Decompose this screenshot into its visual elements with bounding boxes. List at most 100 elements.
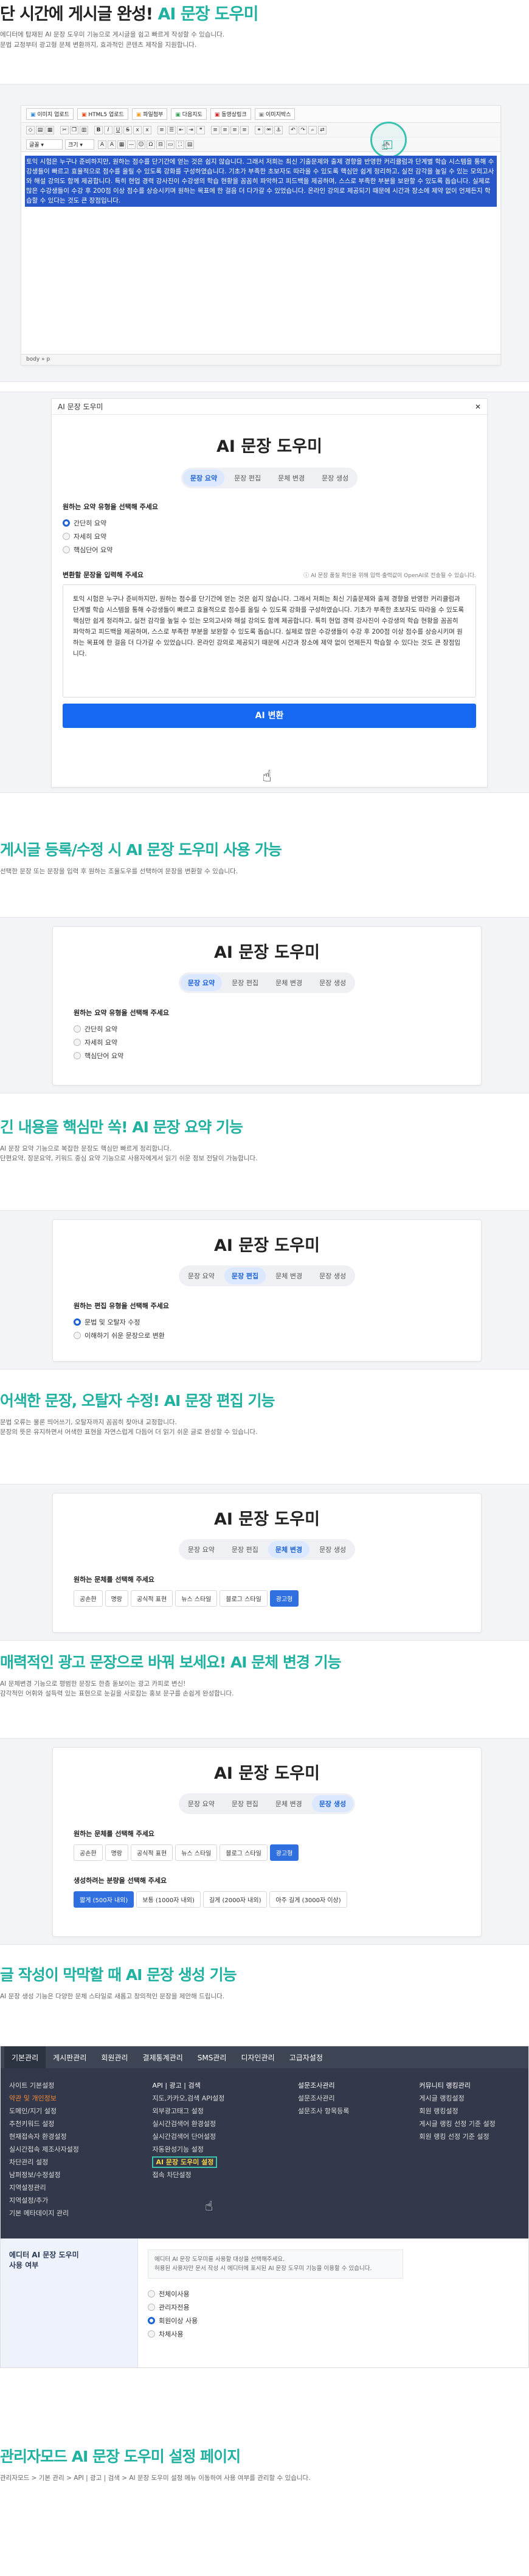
tab-summary[interactable]: 문장 요약 bbox=[181, 1267, 222, 1284]
font-select[interactable]: 글꼴 ▾ bbox=[26, 139, 63, 150]
admin-menu-item[interactable]: 도메인/지기 설정 bbox=[9, 2105, 152, 2117]
admin-nav-item[interactable]: 디자인관리 bbox=[233, 2046, 282, 2069]
tab-summary[interactable]: 문장 요약 bbox=[181, 1795, 222, 1812]
source-textarea[interactable]: 토익 시험은 누구나 준비하지만, 원하는 점수를 단기간에 얻는 것은 쉽지 … bbox=[63, 584, 476, 698]
paste-icon[interactable]: ▥ bbox=[80, 125, 88, 134]
anchor-icon[interactable]: ⚓ bbox=[274, 125, 283, 134]
length-chip[interactable]: 보통 (1000자 내외) bbox=[136, 1891, 201, 1908]
bg-color-icon[interactable]: A bbox=[108, 140, 116, 149]
admin-nav-item[interactable]: SMS관리 bbox=[190, 2046, 234, 2069]
tab-edit[interactable]: 문장 편집 bbox=[227, 469, 268, 486]
find-icon[interactable]: ⌕ bbox=[308, 125, 317, 134]
admin-menu-item[interactable]: 실시간검색어 단어설정 bbox=[152, 2130, 297, 2143]
summary-option[interactable]: 간단히 요약 bbox=[74, 1022, 481, 1036]
admin-menu-item[interactable]: 접속 차단설정 bbox=[152, 2169, 297, 2181]
summary-option[interactable]: 자세히 요약 bbox=[63, 530, 487, 543]
close-icon[interactable]: ✕ bbox=[475, 403, 481, 411]
style-chip[interactable]: 명랑 bbox=[105, 1590, 129, 1607]
editor-content[interactable]: 토익 시험은 누구나 준비하지만, 원하는 점수를 단기간에 얻는 것은 쉽지 … bbox=[21, 152, 500, 341]
upload-button[interactable]: ▣ 다음지도 bbox=[171, 108, 207, 120]
justify-icon[interactable]: ≡ bbox=[240, 125, 249, 134]
admin-menu-item-ai[interactable]: AI 문장 도우미 설정 bbox=[152, 2156, 297, 2169]
italic-icon[interactable]: I bbox=[104, 125, 112, 134]
style-chip[interactable]: 뉴스 스타일 bbox=[175, 1590, 218, 1607]
style-chip[interactable]: 블로그 스타일 bbox=[220, 1844, 268, 1861]
tab-generate[interactable]: 문장 생성 bbox=[312, 974, 353, 991]
admin-menu-item[interactable]: 남퍼정보/수정설정 bbox=[9, 2169, 152, 2181]
indent-icon[interactable]: ⇥ bbox=[187, 125, 195, 134]
admin-menu-item[interactable]: 실시간검색어 환경설정 bbox=[152, 2117, 297, 2130]
admin-nav-item[interactable]: 게시판관리 bbox=[46, 2046, 94, 2069]
admin-menu-item[interactable]: 실시간접속 제조사자설정 bbox=[9, 2143, 152, 2156]
bold-icon[interactable]: B bbox=[94, 125, 103, 134]
summary-option[interactable]: 핵심단어 요약 bbox=[63, 543, 487, 556]
setting-option[interactable]: 회원이상 사용 bbox=[148, 2314, 403, 2327]
text-color-icon[interactable]: A bbox=[98, 140, 106, 149]
admin-menu-item[interactable]: 현재접속자 환경설정 bbox=[9, 2130, 152, 2143]
replace-icon[interactable]: ⇄ bbox=[318, 125, 327, 134]
undo-icon[interactable]: ↶ bbox=[289, 125, 297, 134]
hr-icon[interactable]: — bbox=[127, 140, 136, 149]
tab-edit[interactable]: 문장 편집 bbox=[224, 1795, 266, 1812]
admin-menu-item[interactable]: 지도,카카오,검색 API설정 bbox=[152, 2092, 297, 2105]
admin-menu-item[interactable]: 기본 메타데이지 관리 bbox=[9, 2207, 152, 2220]
tab-summary[interactable]: 문장 요약 bbox=[182, 469, 225, 486]
admin-menu-item[interactable]: 추천키워드 설정 bbox=[9, 2117, 152, 2130]
admin-nav-item[interactable]: 고급자설정 bbox=[282, 2046, 330, 2069]
style-chip[interactable]: 뉴스 스타일 bbox=[175, 1844, 218, 1861]
tab-edit[interactable]: 문장 편집 bbox=[224, 974, 266, 991]
summary-option[interactable]: 자세히 요약 bbox=[74, 1036, 481, 1049]
upload-button[interactable]: ▣ 동영상링크 bbox=[210, 108, 251, 120]
edit-option[interactable]: 이해하기 쉬운 문장으로 변환 bbox=[74, 1329, 481, 1342]
setting-option[interactable]: 전체이사용 bbox=[148, 2287, 403, 2301]
preview-icon[interactable]: ▦ bbox=[46, 125, 54, 134]
size-select[interactable]: 크기 ▾ bbox=[65, 139, 94, 150]
strike-icon[interactable]: S bbox=[123, 125, 132, 134]
style-chip[interactable]: 공식적 표현 bbox=[131, 1844, 173, 1861]
tab-style[interactable]: 문체 변경 bbox=[268, 1795, 309, 1812]
length-chip[interactable]: 짧게 (500자 내외) bbox=[74, 1891, 134, 1908]
style-chip[interactable]: 공식적 표현 bbox=[131, 1590, 173, 1607]
tab-generate[interactable]: 문장 생성 bbox=[314, 469, 356, 486]
upload-button[interactable]: ▣ HTML5 업로드 bbox=[77, 108, 128, 120]
emoji-icon[interactable]: ☺ bbox=[137, 140, 145, 149]
tab-generate[interactable]: 문장 생성 bbox=[312, 1541, 353, 1558]
superscript-icon[interactable]: x bbox=[143, 125, 151, 134]
summary-option[interactable]: 핵심단어 요약 bbox=[74, 1049, 481, 1062]
show-blocks-icon[interactable]: ▤ bbox=[185, 140, 194, 149]
tab-style[interactable]: 문체 변경 bbox=[271, 469, 312, 486]
admin-menu-item[interactable]: 차단관리 설정 bbox=[9, 2156, 152, 2169]
align-right-icon[interactable]: ≡ bbox=[230, 125, 239, 134]
admin-menu-item[interactable]: 설문조사관리 bbox=[298, 2092, 420, 2105]
style-chip[interactable]: 광고형 bbox=[269, 1844, 299, 1861]
admin-menu-item[interactable]: 외부광고태그 설정 bbox=[152, 2105, 297, 2117]
save-icon[interactable]: ▤ bbox=[36, 125, 44, 134]
admin-menu-item[interactable]: 지역설정/추가 bbox=[9, 2194, 152, 2207]
tab-edit[interactable]: 문장 편집 bbox=[224, 1541, 266, 1558]
redo-icon[interactable]: ↷ bbox=[299, 125, 307, 134]
admin-menu-item[interactable]: 게시글 랭킹 선정 기준 설정 bbox=[419, 2117, 528, 2130]
align-center-icon[interactable]: ≡ bbox=[221, 125, 229, 134]
ordered-list-icon[interactable]: ≡ bbox=[157, 125, 166, 134]
tab-style[interactable]: 문체 변경 bbox=[268, 974, 309, 991]
setting-option[interactable]: 관리자전용 bbox=[148, 2301, 403, 2314]
admin-nav-item[interactable]: 회원관리 bbox=[94, 2046, 135, 2069]
special-char-icon[interactable]: Ω bbox=[147, 140, 155, 149]
style-chip[interactable]: 공손한 bbox=[74, 1844, 103, 1861]
admin-nav-item[interactable]: 결제통계관리 bbox=[136, 2046, 190, 2069]
upload-button[interactable]: ▣ 파일첨부 bbox=[131, 108, 168, 120]
tab-edit[interactable]: 문장 편집 bbox=[224, 1267, 266, 1284]
setting-option[interactable]: 차체사용 bbox=[148, 2327, 403, 2341]
edit-option[interactable]: 문법 및 오탈자 수정 bbox=[74, 1315, 481, 1329]
underline-icon[interactable]: U bbox=[114, 125, 122, 134]
cut-icon[interactable]: ✂ bbox=[60, 125, 69, 134]
source-icon[interactable]: ◇ bbox=[26, 125, 35, 134]
maximize-icon[interactable]: ⛶ bbox=[176, 140, 184, 149]
outdent-icon[interactable]: ⇤ bbox=[177, 125, 185, 134]
admin-menu-item[interactable]: 약관 및 개인정보 bbox=[9, 2092, 152, 2105]
admin-nav-item[interactable]: 기본관리 bbox=[4, 2046, 46, 2069]
iframe-icon[interactable]: ▭ bbox=[166, 140, 175, 149]
admin-menu-item[interactable]: 사이트 기본설정 bbox=[9, 2079, 152, 2092]
quote-icon[interactable]: ❝ bbox=[196, 125, 205, 134]
upload-button[interactable]: ▣ 이미지박스 bbox=[254, 108, 296, 120]
